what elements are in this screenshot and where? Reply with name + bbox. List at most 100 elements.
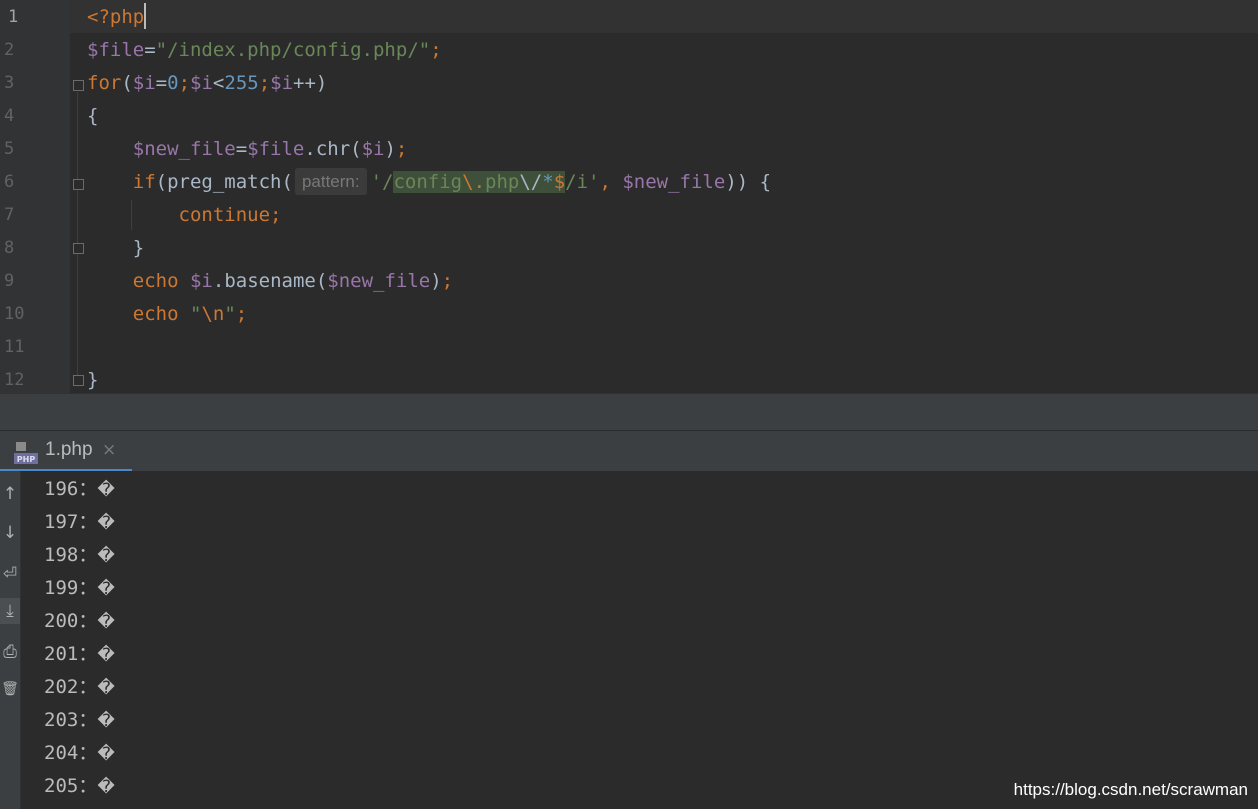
token: $new_file [132,138,236,160]
code-line-6[interactable]: if(preg_match(pattern: '/config\.php\/*$/… [87,166,771,199]
output-line: 204：� [44,742,115,764]
token: { [87,105,99,127]
regex-token: \/ [519,171,543,193]
token: $i [132,72,156,94]
regex-token: * [542,171,554,193]
code-line-7[interactable]: continue; [87,199,282,232]
output-line: 201：� [44,643,115,665]
line-number: 4 [4,106,15,126]
token: $new_file [622,171,726,193]
token: = [144,39,156,61]
line-number: 11 [4,337,25,357]
code-line-9[interactable]: echo $i.basename($new_file); [87,265,453,298]
token: "/index.php/config.php/" [155,39,431,61]
code-line-1[interactable]: <?php [87,1,147,34]
regex-token: \. [462,171,486,193]
scroll-to-end-icon[interactable]: ⤓ [0,598,20,624]
line-number: 10 [4,304,25,324]
regex-token: config [393,171,463,193]
token: = [235,138,248,160]
close-icon[interactable]: × [102,440,116,460]
token: < [212,72,225,94]
trash-icon[interactable]: 🗑 [0,676,20,702]
token: ) [384,138,396,160]
code-editor[interactable]: 1 2 3 4 5 6 7 8 9 10 11 12 <?php $file="… [0,0,1258,393]
token: continue [178,204,271,226]
token: for [87,72,122,94]
line-number: 6 [4,172,15,192]
current-line-highlight [0,0,1258,33]
token: if [132,171,156,193]
token: " [224,303,236,325]
down-arrow-icon[interactable]: ↓ [0,520,20,546]
output-line: 205：� [44,775,115,797]
token: .basename( [212,270,328,292]
token: 255 [224,72,259,94]
token: echo [132,270,179,292]
token: (preg_match( [155,171,293,193]
token: \n [201,303,225,325]
php-file-icon: PHP [14,442,38,464]
fold-end-icon[interactable] [73,375,84,386]
token: echo [132,303,179,325]
token: .chr( [304,138,362,160]
fold-collapse-icon[interactable] [73,80,84,91]
code-line-10[interactable]: echo "\n"; [87,298,247,331]
soft-wrap-icon[interactable]: ⏎ [0,561,20,587]
line-number: 7 [4,205,15,225]
code-line-3[interactable]: for($i=0;$i<255;$i++) [87,67,327,100]
token: /i' [565,171,600,193]
panel-splitter[interactable] [0,393,1258,431]
run-tool-window-tabbar: PHP 1.php × [0,430,1258,472]
token: ; [430,39,442,61]
token: } [87,369,99,391]
token: $i [270,72,294,94]
code-line-8[interactable]: } [87,232,144,265]
line-number: 9 [4,271,15,291]
token: $i [189,270,213,292]
token: ) [430,270,442,292]
output-line: 198：� [44,544,115,566]
code-line-4[interactable]: { [87,100,98,133]
svg-text:PHP: PHP [17,455,36,464]
text-caret [144,3,147,29]
token: = [155,72,168,94]
token: } [132,237,145,259]
line-number: 3 [4,73,15,93]
run-tab-1-php[interactable]: PHP 1.php × [0,431,132,472]
token: ( [121,72,133,94]
line-number: 2 [4,40,15,60]
php-open-tag: <?php [87,6,145,28]
code-line-2[interactable]: $file="/index.php/config.php/"; [87,34,442,67]
token: ; [178,72,191,94]
output-line: 203：� [44,709,115,731]
token: $file [247,138,305,160]
output-line: 202：� [44,676,115,698]
output-line: 196：� [44,478,115,500]
up-arrow-icon[interactable]: ↑ [0,481,20,507]
token: $new_file [327,270,431,292]
fold-end-icon[interactable] [73,243,84,254]
token: )) { [725,171,772,193]
console-output[interactable]: ↑ ↓ ⏎ ⤓ ⎙ 🗑 196：� 197：� 198：� 199：� 200：… [0,471,1258,809]
fold-collapse-icon[interactable] [73,179,84,190]
watermark: https://blog.csdn.net/scrawman [1013,780,1248,799]
print-icon[interactable]: ⎙ [0,639,20,665]
parameter-hint: pattern: [294,168,367,195]
token: ; [270,204,282,226]
token: ; [441,270,454,292]
fold-gutter [70,0,86,393]
token: , [599,171,623,193]
regex-token: $ [553,171,566,193]
token: " [189,303,202,325]
token: ; [258,72,271,94]
token: 0 [167,72,179,94]
line-number-gutter: 1 2 3 4 5 6 7 8 9 10 11 12 [0,0,70,393]
token: ; [235,303,248,325]
line-number: 1 [8,7,19,27]
code-line-5[interactable]: $new_file=$file.chr($i); [87,133,408,166]
token: ; [395,138,408,160]
output-line: 199：� [44,577,115,599]
token: $i [361,138,385,160]
output-line: 197：� [44,511,115,533]
